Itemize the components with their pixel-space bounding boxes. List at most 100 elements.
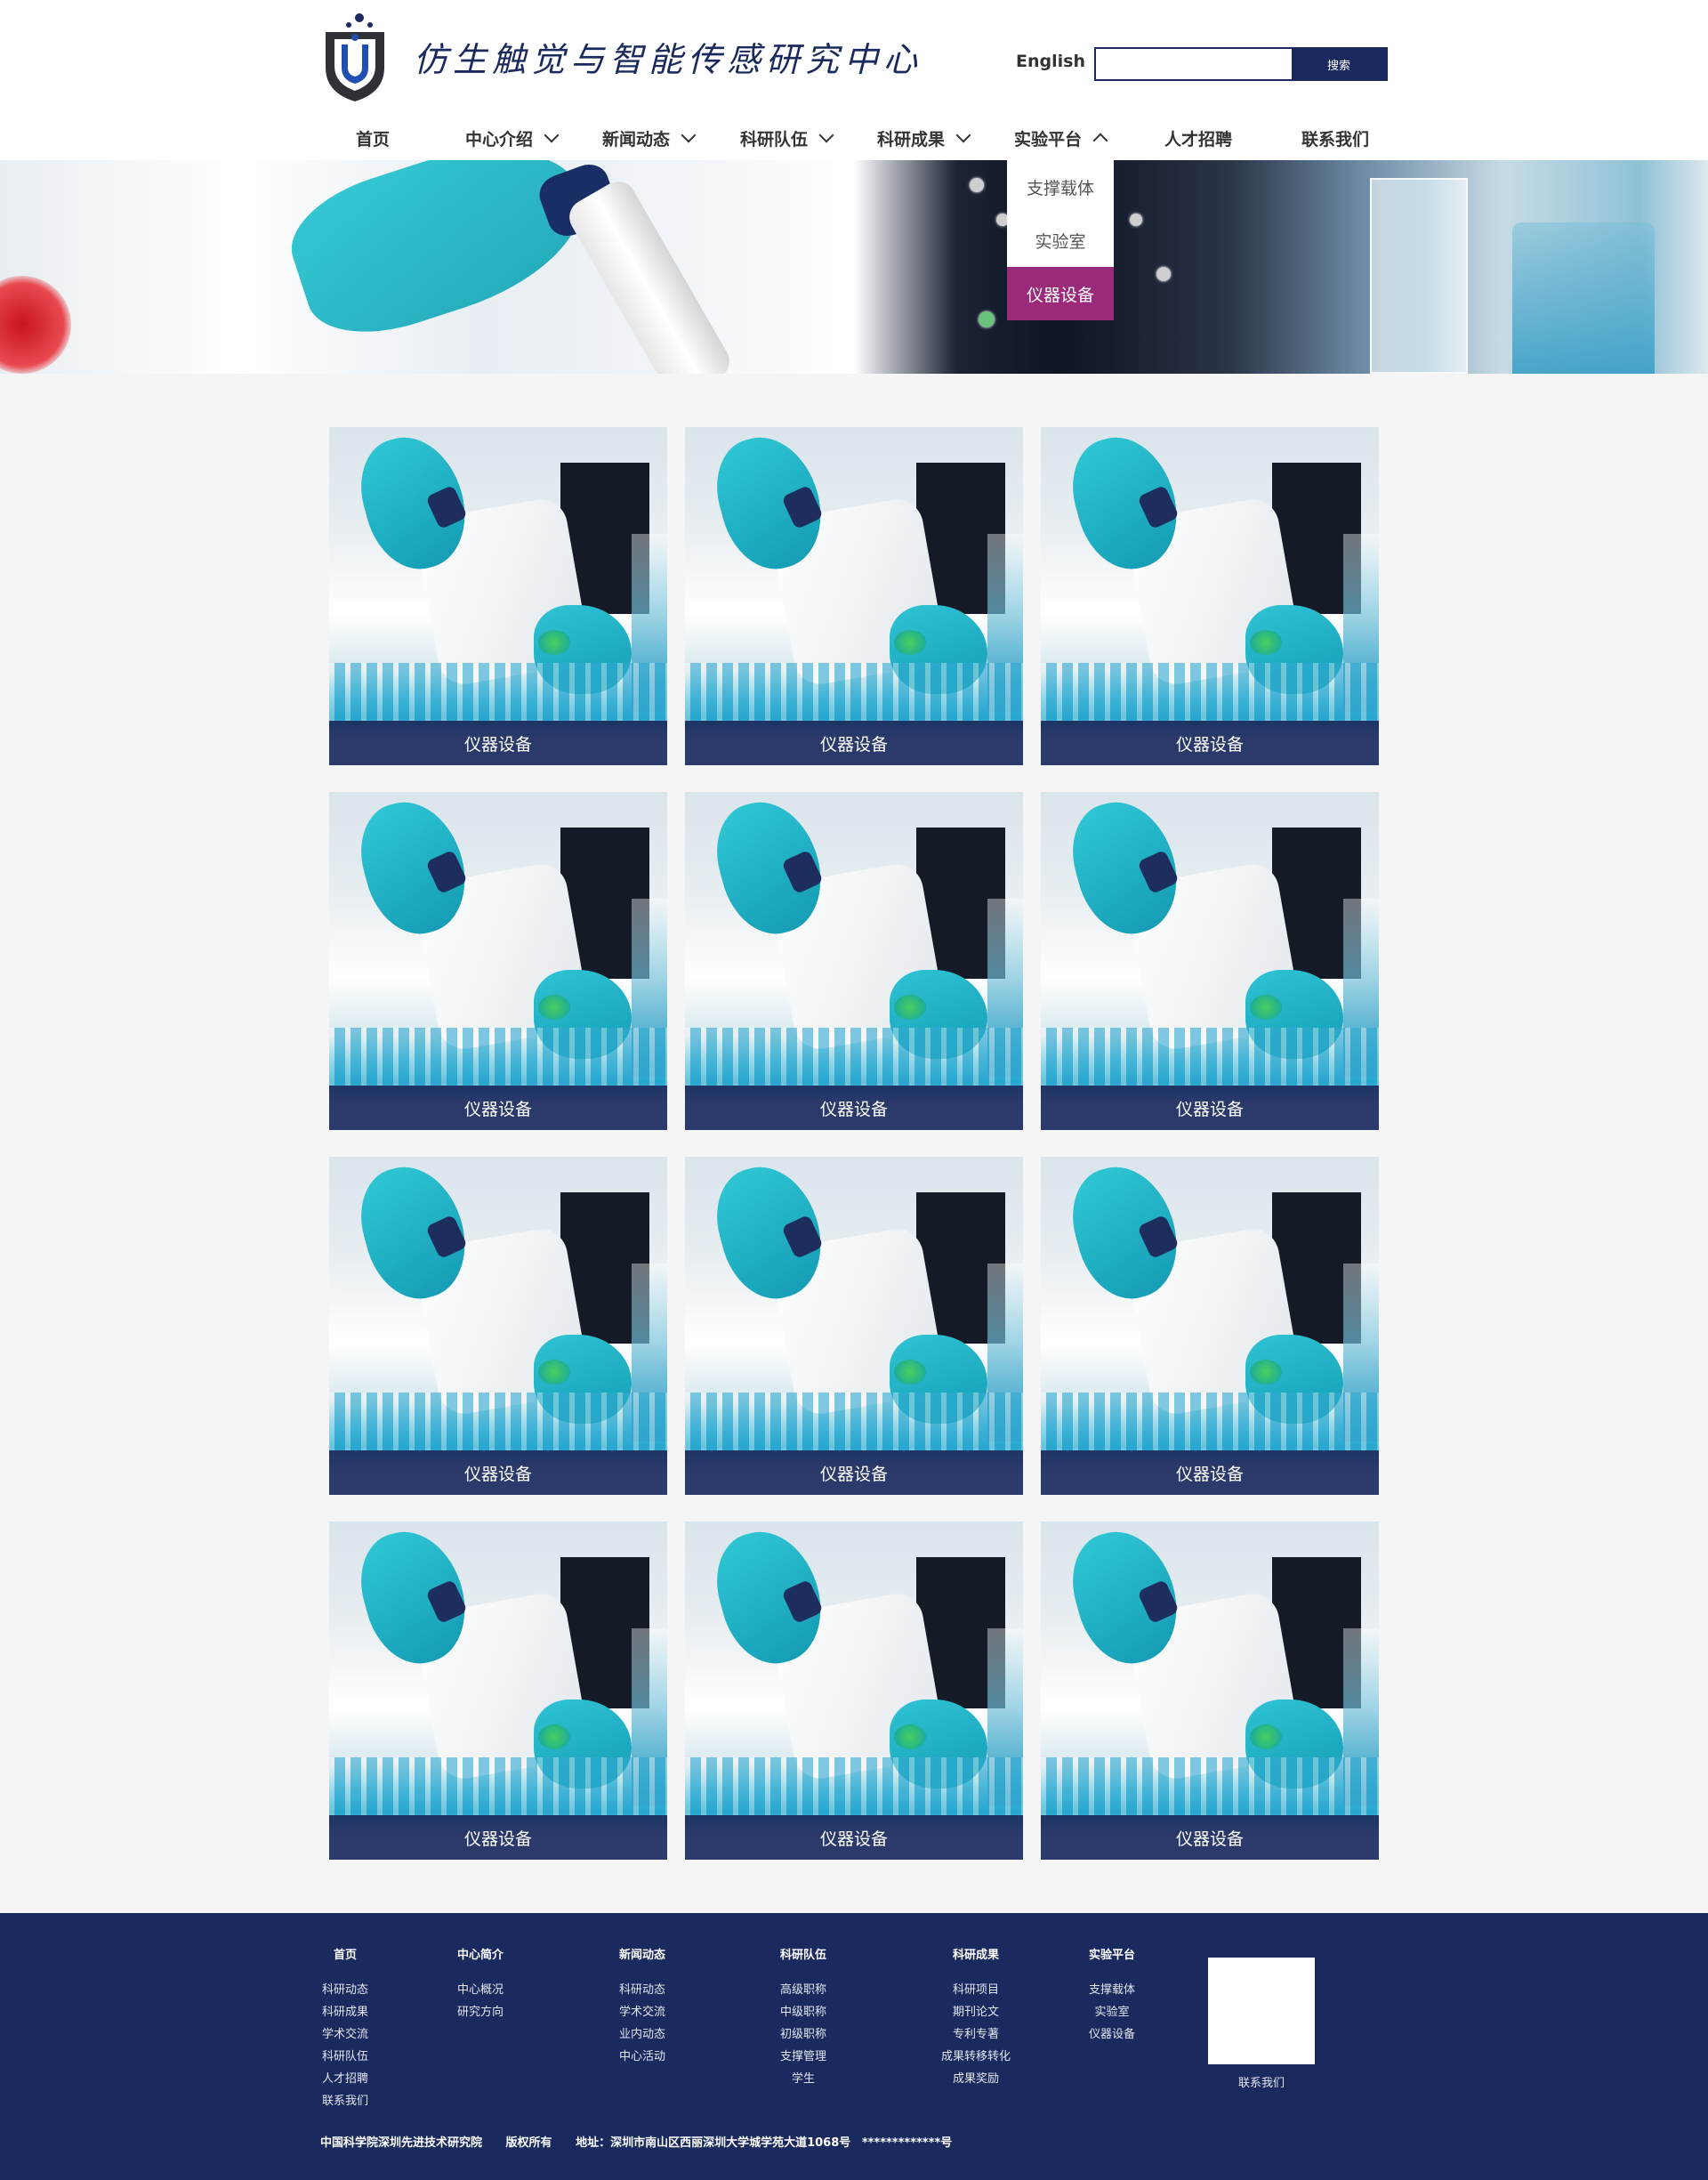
footer-column-research-team: 科研队伍 高级职称 中级职称 初级职称 支撑管理 学生 — [777, 1947, 830, 2090]
equipment-card[interactable]: 仪器设备 — [1041, 427, 1379, 765]
footer-link[interactable]: 业内动态 — [616, 2023, 669, 2046]
banner-decoration — [0, 276, 71, 374]
copyright-bar: 中国科学院深圳先进技术研究院 版权所有 地址：深圳市南山区西丽深圳大学城学苑大道… — [320, 2133, 971, 2150]
footer-link[interactable]: 联系我们 — [318, 2090, 372, 2112]
card-photo-tubes — [685, 1028, 1023, 1086]
equipment-card[interactable]: 仪器设备 — [685, 427, 1023, 765]
footer-link[interactable]: 中级职称 — [777, 2001, 830, 2023]
nav-item-contact[interactable]: 联系我们 — [1301, 116, 1369, 160]
equipment-card[interactable]: 仪器设备 — [1041, 1522, 1379, 1860]
nav-item-research-team[interactable]: 科研队伍 — [740, 116, 833, 160]
footer-link[interactable]: 专利专著 — [936, 2023, 1016, 2046]
footer-column-heading[interactable]: 新闻动态 — [616, 1947, 669, 1965]
nav-item-lab-platform[interactable]: 实验平台 — [1014, 116, 1107, 160]
footer-column-research-results: 科研成果 科研项目 期刊论文 专利专著 成果转移转化 成果奖励 — [936, 1947, 1016, 2090]
english-language-link[interactable]: English — [1016, 52, 1085, 71]
search-input[interactable] — [1096, 49, 1292, 79]
equipment-card[interactable]: 仪器设备 — [329, 1157, 667, 1495]
card-photo-drop — [538, 995, 570, 1020]
copyright-rights: 版权所有 — [505, 2136, 552, 2150]
card-photo-tubes — [329, 1028, 667, 1086]
card-photo-tubes — [685, 663, 1023, 721]
footer-link[interactable]: 人才招聘 — [318, 2068, 372, 2090]
footer-link[interactable]: 初级职称 — [777, 2023, 830, 2046]
equipment-card[interactable]: 仪器设备 — [1041, 792, 1379, 1130]
equipment-card[interactable]: 仪器设备 — [685, 1522, 1023, 1860]
footer-column-heading[interactable]: 科研成果 — [936, 1947, 1016, 1965]
dropdown-item-laboratory[interactable]: 实验室 — [1007, 214, 1114, 267]
footer-column-heading[interactable]: 实验平台 — [1085, 1947, 1139, 1965]
footer-link[interactable]: 科研动态 — [318, 1979, 372, 2001]
footer-column-heading[interactable]: 中心简介 — [454, 1947, 507, 1965]
footer-link[interactable]: 实验室 — [1085, 2001, 1139, 2023]
card-photo-drop — [1250, 1724, 1282, 1749]
qr-code-image — [1208, 1958, 1315, 2064]
card-photo-drop — [894, 630, 926, 655]
banner-decoration — [1130, 214, 1142, 226]
chevron-down-icon — [545, 132, 558, 144]
footer-link[interactable]: 学术交流 — [318, 2023, 372, 2046]
footer-column-lab-platform: 实验平台 支撑载体 实验室 仪器设备 — [1085, 1947, 1139, 2046]
card-photo-drop — [538, 1724, 570, 1749]
nav-item-research-results[interactable]: 科研成果 — [877, 116, 970, 160]
footer-column-heading[interactable]: 首页 — [318, 1947, 372, 1965]
footer-column-home: 首页 科研动态 科研成果 学术交流 科研队伍 人才招聘 联系我们 — [318, 1947, 372, 2112]
card-photo-drop — [894, 995, 926, 1020]
equipment-card[interactable]: 仪器设备 — [329, 427, 667, 765]
card-photo-drop — [894, 1360, 926, 1385]
footer-link[interactable]: 支撑载体 — [1085, 1979, 1139, 2001]
equipment-card[interactable]: 仪器设备 — [1041, 1157, 1379, 1495]
equipment-card[interactable]: 仪器设备 — [685, 792, 1023, 1130]
footer-link[interactable]: 科研动态 — [616, 1979, 669, 2001]
footer-column-heading[interactable]: 科研队伍 — [777, 1947, 830, 1965]
nav-item-news[interactable]: 新闻动态 — [602, 116, 695, 160]
banner-decoration — [979, 311, 995, 327]
footer-link[interactable]: 研究方向 — [454, 2001, 507, 2023]
nav-item-label: 人才招聘 — [1164, 129, 1233, 149]
card-photo-tubes — [1041, 663, 1379, 721]
equipment-card[interactable]: 仪器设备 — [685, 1157, 1023, 1495]
equipment-card[interactable]: 仪器设备 — [329, 1522, 667, 1860]
card-label: 仪器设备 — [1041, 1450, 1379, 1495]
card-photo-drop — [538, 1360, 570, 1385]
card-label: 仪器设备 — [1041, 1086, 1379, 1130]
nav-item-label: 中心介绍 — [465, 129, 534, 149]
footer-link[interactable]: 科研队伍 — [318, 2046, 372, 2068]
footer-link[interactable]: 中心活动 — [616, 2046, 669, 2068]
chevron-down-icon — [682, 132, 695, 144]
footer-link[interactable]: 仪器设备 — [1085, 2023, 1139, 2046]
nav-item-recruitment[interactable]: 人才招聘 — [1164, 116, 1232, 160]
nav-item-label: 科研成果 — [877, 129, 946, 149]
footer-link[interactable]: 成果奖励 — [936, 2068, 1016, 2090]
copyright-address: 地址：深圳市南山区西丽深圳大学城学苑大道1068号 — [576, 2136, 851, 2150]
copyright-org: 中国科学院深圳先进技术研究院 — [320, 2136, 483, 2150]
footer-link[interactable]: 成果转移转化 — [936, 2046, 1016, 2068]
qr-code-label[interactable]: 联系我们 — [1208, 2073, 1315, 2090]
footer-link[interactable]: 支撑管理 — [777, 2046, 830, 2068]
card-label: 仪器设备 — [329, 1086, 667, 1130]
card-label: 仪器设备 — [685, 1815, 1023, 1860]
search-button[interactable]: 搜索 — [1292, 49, 1386, 79]
dropdown-item-support[interactable]: 支撑载体 — [1007, 160, 1114, 214]
card-photo-tubes — [1041, 1393, 1379, 1450]
footer-link[interactable]: 科研项目 — [936, 1979, 1016, 2001]
card-photo-tubes — [329, 663, 667, 721]
footer-link[interactable]: 期刊论文 — [936, 2001, 1016, 2023]
hero-banner-image — [0, 160, 1708, 374]
main-content: 仪器设备 仪器设备 仪器设备 仪器设备 仪器设备 仪器设备 仪器设备 仪器设备 仪器设备 仪器设备… — [0, 374, 1708, 1913]
footer-link[interactable]: 中心概况 — [454, 1979, 507, 2001]
footer-link[interactable]: 高级职称 — [777, 1979, 830, 2001]
equipment-card[interactable]: 仪器设备 — [329, 792, 667, 1130]
card-label: 仪器设备 — [329, 1450, 667, 1495]
nav-item-center-intro[interactable]: 中心介绍 — [465, 116, 558, 160]
dropdown-item-equipment[interactable]: 仪器设备 — [1007, 267, 1114, 320]
shield-logo-icon[interactable] — [320, 12, 390, 103]
footer-link[interactable]: 学生 — [777, 2068, 830, 2090]
card-label: 仪器设备 — [685, 1450, 1023, 1495]
footer-link[interactable]: 学术交流 — [616, 2001, 669, 2023]
footer-link[interactable]: 科研成果 — [318, 2001, 372, 2023]
nav-item-home[interactable]: 首页 — [356, 116, 390, 160]
card-label: 仪器设备 — [1041, 721, 1379, 765]
search-box: 搜索 — [1094, 47, 1388, 81]
card-photo-drop — [1250, 1360, 1282, 1385]
